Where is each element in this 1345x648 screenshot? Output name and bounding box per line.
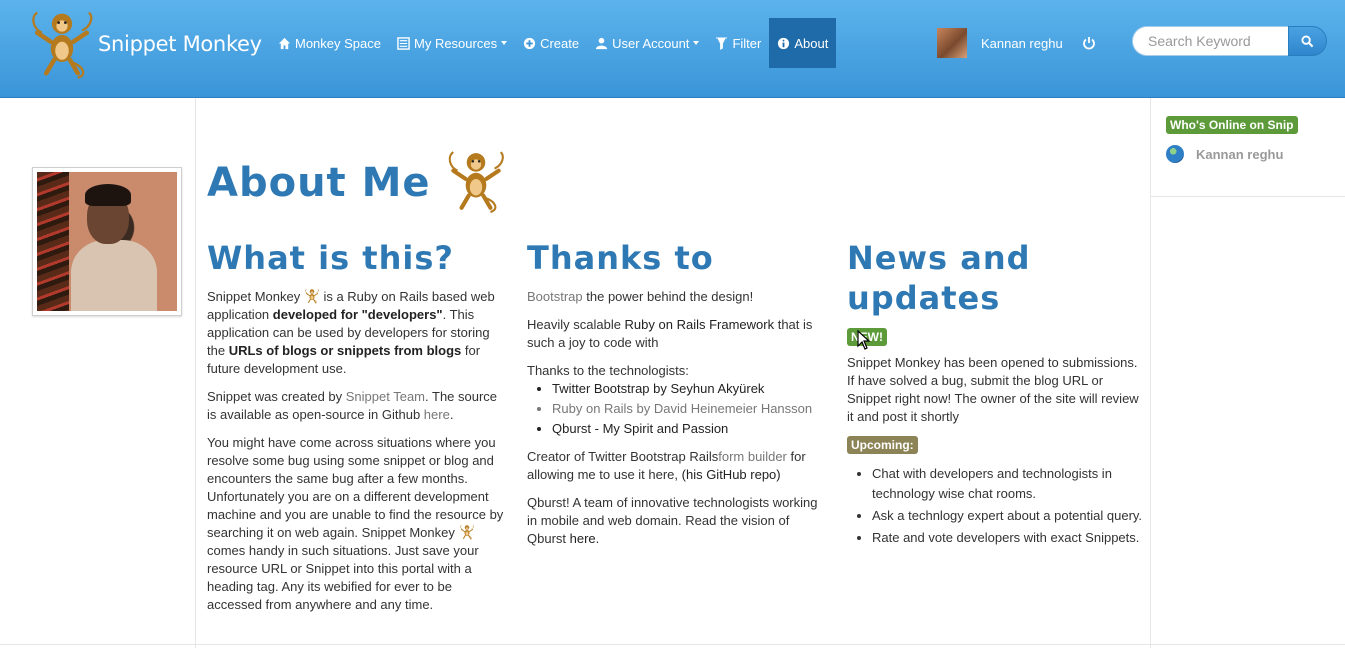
home-icon: [278, 37, 291, 49]
profile-photo: [32, 167, 182, 316]
chevron-down-icon: [693, 41, 700, 45]
list-item: Chat with developers and technologists i…: [872, 464, 1147, 504]
text: Snippet was created by: [207, 389, 346, 404]
section-heading: News and updates: [847, 239, 1031, 317]
nav-item-create[interactable]: Create: [515, 18, 587, 68]
nav-label: User Account: [612, 35, 690, 51]
list-item[interactable]: Twitter Bootstrap by Seyhun Akyürek: [552, 380, 827, 398]
list-item[interactable]: Qburst - My Spirit and Passion: [552, 420, 827, 438]
nav-label: Filter: [732, 35, 762, 51]
list-item: Ask a technlogy expert about a potential…: [872, 506, 1147, 526]
text: Snippet Monkey: [207, 289, 304, 304]
github-repo-link[interactable]: (his GitHub repo): [682, 467, 781, 482]
search-icon: [1301, 34, 1314, 47]
bootstrap-link[interactable]: Bootstrap: [527, 289, 583, 304]
left-sidebar: [0, 98, 196, 648]
nav-label: About: [794, 35, 829, 51]
text: .: [449, 407, 454, 422]
upcoming-badge: Upcoming:: [847, 436, 918, 454]
brand[interactable]: Snippet Monkey: [26, 6, 262, 82]
divider: [1151, 196, 1345, 197]
bold-text: URLs of blogs or snippets from blogs: [228, 343, 462, 358]
divider: [0, 644, 1345, 645]
nav-label: Monkey Space: [295, 35, 381, 51]
nav-item-my-resources[interactable]: My Resources: [389, 18, 515, 68]
power-icon[interactable]: [1082, 36, 1096, 50]
nav-item-filter[interactable]: Filter: [707, 18, 769, 68]
monkey-icon: [443, 148, 509, 214]
paragraph: Heavily scalable Ruby on Rails Framework…: [527, 316, 827, 352]
technologist-list: Twitter Bootstrap by Seyhun Akyürek Ruby…: [552, 380, 827, 438]
paragraph: Thanks to the technologists:: [527, 363, 689, 378]
search-button[interactable]: [1288, 26, 1327, 56]
nav-item-monkey-space[interactable]: Monkey Space: [270, 18, 389, 68]
online-user-name: Kannan reghu: [1196, 146, 1284, 162]
profile-image: [37, 172, 177, 311]
text: comes handy in such situations. Just sav…: [207, 543, 479, 612]
list-item: Rate and vote developers with exact Snip…: [872, 528, 1147, 548]
filter-icon: [716, 36, 728, 50]
paragraph: Creator of Twitter Bootstrap Railsform b…: [527, 448, 827, 484]
nav-label: My Resources: [414, 35, 498, 51]
monkey-icon: [459, 524, 475, 540]
nav-item-about[interactable]: About: [769, 18, 837, 68]
news-section: News and updates NEW! Snippet Monkey has…: [847, 238, 1147, 558]
bold-text: developed for "developers": [272, 307, 443, 322]
text: Heavily scalable: [527, 317, 625, 332]
text: Creator of Twitter Bootstrap Rails: [527, 449, 719, 464]
info-icon: [778, 37, 790, 49]
nav-label: Create: [540, 35, 580, 51]
user-icon: [596, 37, 608, 49]
search-form: [1132, 26, 1327, 56]
globe-icon: [1166, 145, 1184, 163]
main-nav: Monkey Space My Resources Create User Ac…: [270, 18, 837, 68]
brand-name: Snippet Monkey: [98, 32, 262, 56]
form-builder-link[interactable]: form builder: [718, 449, 787, 464]
monkey-logo-icon: [26, 6, 98, 82]
paragraph: Snippet Monkey has been opened to submis…: [847, 355, 1139, 424]
plus-circle-icon: [524, 37, 536, 49]
mouse-cursor-icon: [857, 330, 871, 350]
paragraph: Snippet was created by Snippet Team. The…: [207, 388, 507, 424]
text: the power behind the design!: [582, 289, 754, 304]
list-item[interactable]: Ruby on Rails by David Heinemeier Hansso…: [552, 400, 827, 418]
list-icon: [397, 36, 410, 50]
chevron-down-icon: [501, 41, 508, 45]
what-is-this-section: What is this? Snippet Monkey is a Ruby o…: [207, 238, 507, 624]
paragraph: Qburst! A team of innovative technologis…: [527, 494, 827, 548]
rails-link[interactable]: Ruby on Rails Framework: [625, 317, 775, 332]
paragraph: Bootstrap the power behind the design!: [527, 288, 827, 306]
user-name: Kannan reghu: [981, 35, 1063, 51]
user-menu[interactable]: Kannan reghu: [937, 28, 1063, 58]
section-heading: What is this?: [207, 239, 454, 277]
page-title-row: About Me: [207, 152, 509, 214]
snippet-team-link[interactable]: Snippet Team: [346, 389, 425, 404]
avatar: [937, 28, 967, 58]
thanks-to-section: Thanks to Bootstrap the power behind the…: [527, 238, 827, 558]
online-user-item[interactable]: Kannan reghu: [1166, 145, 1283, 163]
search-input[interactable]: [1132, 26, 1288, 56]
nav-item-user-account[interactable]: User Account: [587, 18, 707, 68]
paragraph: Snippet Monkey is a Ruby on Rails based …: [207, 288, 507, 378]
right-sidebar: Who's Online on Snip Kannan reghu: [1150, 98, 1345, 648]
navbar: Snippet Monkey Monkey Space My Resources…: [0, 0, 1345, 98]
monkey-icon: [304, 288, 320, 304]
page-title: About Me: [207, 160, 431, 206]
section-heading: Thanks to: [527, 239, 714, 277]
whos-online-badge: Who's Online on Snip: [1166, 116, 1298, 134]
upcoming-list: Chat with developers and technologists i…: [872, 464, 1147, 548]
qburst-link[interactable]: here.: [570, 531, 600, 546]
github-link[interactable]: here: [424, 407, 450, 422]
paragraph: You might have come across situations wh…: [207, 434, 507, 614]
